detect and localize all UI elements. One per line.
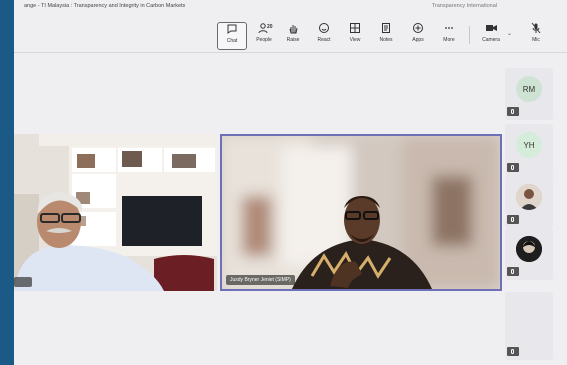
speaker-name-tag: Jusdy Bryner Jeniet (SIMP) [226, 275, 295, 285]
notes-icon [382, 23, 390, 33]
window-title: ange - TI Malaysia : Transparency and In… [24, 3, 186, 9]
people-label: People [256, 37, 272, 43]
apps-icon [413, 23, 423, 33]
participant-1-name-bar [14, 277, 32, 287]
camera-button[interactable]: Camera [477, 22, 505, 48]
rail-participant-3[interactable] [505, 176, 553, 228]
apps-label: Apps [412, 37, 424, 43]
raise-label: Raise [286, 37, 300, 43]
avatar [516, 184, 542, 210]
grid-icon [350, 23, 360, 33]
notes-button[interactable]: Notes [372, 22, 400, 48]
avatar: YH [516, 132, 542, 158]
participant-photo [516, 236, 542, 262]
rail-participant-2[interactable]: YH [505, 124, 553, 176]
avatar: RM [516, 76, 542, 102]
chat-button[interactable]: Chat [217, 22, 247, 50]
raise-hand-button[interactable]: Raise [279, 22, 307, 48]
more-button[interactable]: More [435, 22, 463, 48]
camera-icon [485, 25, 497, 31]
more-icon [445, 27, 453, 29]
mic-button[interactable]: Mic [522, 22, 550, 48]
teams-meeting-window: ange - TI Malaysia : Transparency and In… [14, 0, 567, 365]
video-tile-active-speaker[interactable]: Jusdy Bryner Jeniet (SIMP) [220, 134, 502, 291]
participant-video [14, 134, 217, 291]
rail-participant-1[interactable]: RM [505, 68, 553, 120]
people-button[interactable]: 20 People [250, 22, 278, 48]
people-count: 20 [267, 24, 273, 30]
chat-label: Chat [226, 38, 238, 44]
view-button[interactable]: View [341, 22, 369, 48]
hand-icon [289, 25, 298, 34]
rail-participant-4[interactable] [505, 228, 553, 280]
mic-muted-icon [507, 267, 519, 276]
org-name: Transparency International [431, 3, 497, 9]
participant-photo [516, 184, 542, 210]
react-label: React [317, 37, 331, 43]
avatar [516, 236, 542, 262]
meeting-toolbar: Chat 20 People Raise React View Notes Ap… [14, 16, 567, 53]
notes-label: Notes [379, 37, 393, 43]
title-bar: ange - TI Malaysia : Transparency and In… [14, 0, 567, 16]
view-label: View [349, 37, 361, 43]
mic-muted-icon [507, 163, 519, 172]
smiley-icon [319, 23, 329, 33]
chat-icon [227, 24, 237, 34]
toolbar-divider [469, 26, 470, 44]
video-tile-participant-1[interactable] [14, 134, 217, 291]
participant-rail: RM YH [505, 60, 567, 365]
mic-muted-icon [507, 107, 519, 116]
rail-participant-5[interactable] [505, 292, 553, 360]
mic-muted-icon [531, 22, 541, 34]
apps-button[interactable]: Apps [404, 22, 432, 48]
speaker-video [222, 136, 500, 289]
mic-muted-icon [507, 215, 519, 224]
more-label: More [443, 37, 455, 43]
mic-muted-icon [507, 347, 519, 356]
camera-chevron-icon[interactable]: ⌄ [507, 30, 512, 37]
mic-label: Mic [532, 37, 540, 43]
camera-label: Camera [482, 37, 500, 43]
react-button[interactable]: React [310, 22, 338, 48]
